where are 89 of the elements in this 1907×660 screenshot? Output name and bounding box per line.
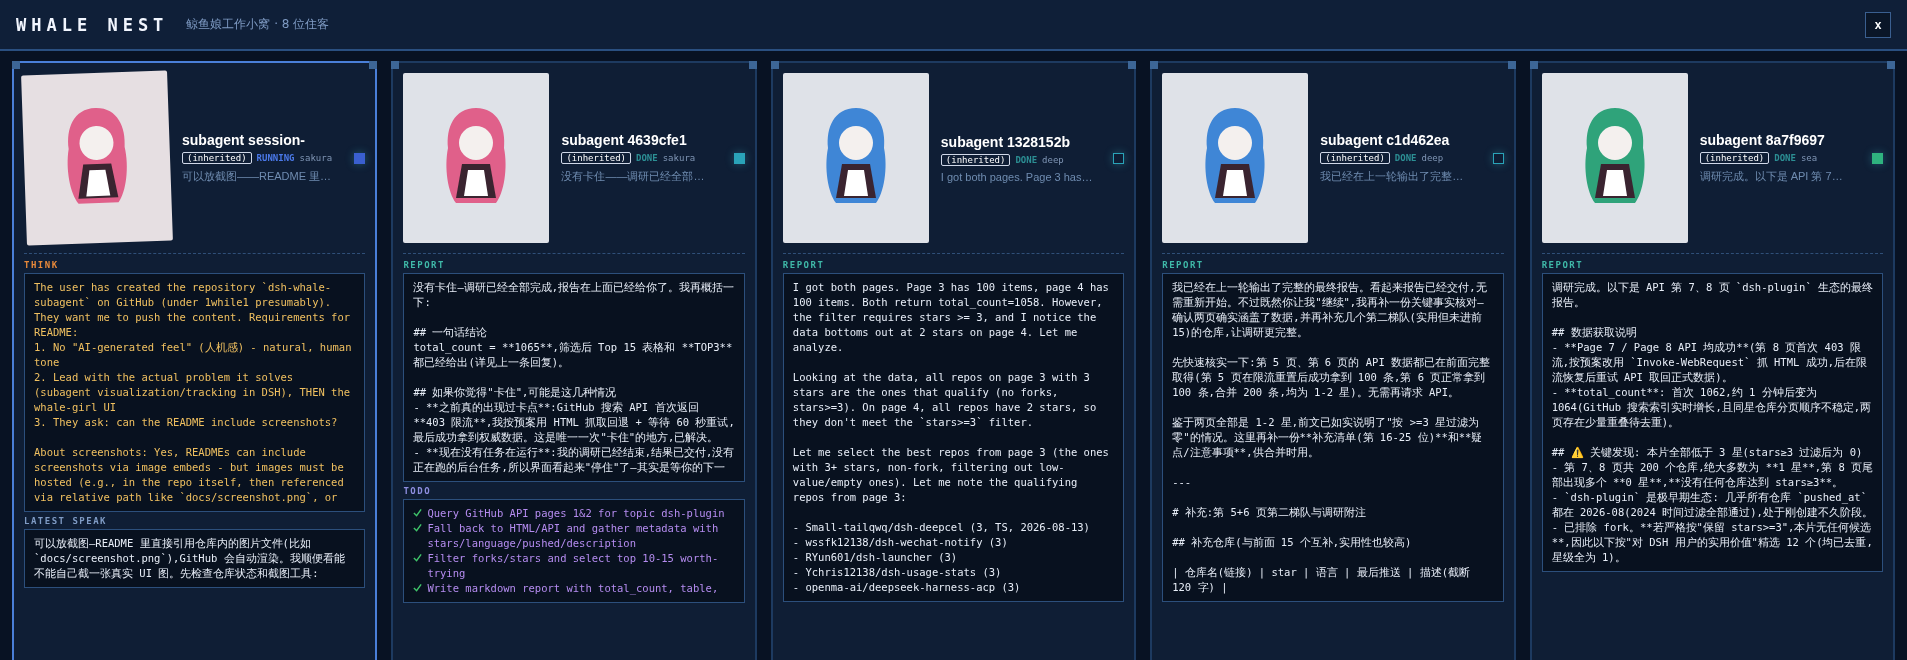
report-text-line: Looking at the data, all repos on page 3 with 3 stars are the ones that qualify (no forks, stars>=3). On page 4, all repos have 2 stars, so they don't meet the `stars>=3` filter. (792, 370, 1098, 430)
report-text-line: ## 数据获取说明 (1551, 325, 1638, 340)
report-text-line: total_count = **1065**,筛选后 Top 15 表格和 **TOP3** 都已经给出(详见上一条回复)。 (413, 340, 734, 370)
todo-item: Query GitHub API pages 1&2 for topic dsh-plugin (427, 506, 725, 521)
message-preview: I got both pages. Page 3 has… (940, 170, 1094, 183)
section-label: REPORT (1162, 260, 1205, 270)
think-text-line: About screenshots: Yes, READMEs can include screenshots via image embeds - but images must be hosted (e.g., in the repo itself, then referenced via relative path like `docs/screenshot.png`, or (34, 445, 345, 505)
report-text-line: 调研完成。以下是 API 第 7、8 页 `dsh-plugin` 生态的最终报告。 (1551, 280, 1874, 310)
section-label: TODO (403, 486, 433, 496)
message-preview: 可以放截图——README 里… (182, 169, 333, 184)
report-text-line: # 补充:第 5+6 页第二梯队与调研附注 (1172, 505, 1367, 520)
corner-marker (1150, 61, 1159, 69)
report-text-line: ## 一句话结论 (413, 325, 489, 340)
report-text-line: 先快速核实一下:第 5 页、第 6 页的 API 数据都已在前面完整取得(第 5 页在限流重置后成功拿到 100 条,第 6 页正常拿到 100 条,合并 200 条,均为 1-2 星)。无需再请求 API。 (1172, 355, 1492, 400)
report-text-line: ## 补充仓库(与前面 15 个互补,实用性也较高) (1172, 535, 1413, 550)
corner-marker (1529, 61, 1538, 69)
report-text-line: - **total_count**: 首次 1062,约 1 分钟后变为 1064(GitHub 搜索索引实时增长,且同星仓库分页顺序不稳定,两页存在少量重叠待去重)。 (1551, 385, 1873, 430)
close-button[interactable]: x (1865, 11, 1891, 38)
corner-marker (12, 61, 20, 69)
speak-text-line: 可以放截图—README 里直接引用仓库内的图片文件(比如 `docs/screenshot.png`),GitHub 会自动渲染。我顺便看能不能自己截一张真实 UI 图。先检查仓库状态和截图工具: (34, 536, 346, 581)
section-label: LATEST SPEAK (24, 516, 109, 526)
agent-title: subagent 4639cfe1 (561, 132, 688, 148)
report-text-line: 鉴于两页全部是 1-2 星,前文已如实说明了"按 >=3 星过滤为零"的情况。这里再补一份**补充清单(第 16-25 位)**和**疑点/注意事项**,供合并时用。 (1172, 415, 1484, 460)
report-text-line: ## 如果你觉得"卡住",可能是这几种情况 (413, 385, 618, 400)
report-text-line: - openma-ai/deepseek-harness-acp (3) (792, 580, 1022, 595)
report-text-line: Let me select the best repos from page 3 (the ones with 3+ stars, non-fork, filtering out low-value/empty ones). Let me note the qualifying repos from page 3: (792, 445, 1110, 505)
corner-marker (1887, 61, 1896, 69)
corner-marker (369, 61, 378, 69)
report-text-line: 没有卡住—调研已经全部完成,报告在上面已经给你了。我再概括一下: (413, 280, 735, 310)
report-text-line: --- (1172, 475, 1193, 490)
corner-marker (391, 61, 400, 69)
agent-card[interactable] (391, 61, 757, 660)
report-text-line: I got both pages. Page 3 has 100 items, page 4 has 100 items. Both return total_count=1058. However, the filter requires stars >= 3, and I notice the data bottoms out at 2 stars on page 4. Let me analyze. (792, 280, 1110, 355)
report-text-line: - wssfk12138/dsh-wechat-notify (3) (792, 535, 1009, 550)
inherited-badge: (inherited) (561, 152, 631, 164)
section-label: REPORT (1541, 260, 1585, 270)
agent-title: subagent 8a7f9697 (1699, 132, 1826, 148)
app-subtitle: 鲸鱼娘工作小窝 · 8 位住客 (186, 16, 330, 33)
agent-card[interactable] (1529, 61, 1896, 660)
inherited-badge: (inherited) (940, 153, 1011, 166)
report-text-line: - 第 7、8 页共 200 个仓库,绝大多数为 **1 星**,第 8 页尾部出现多个 **0 星**,**没有任何仓库达到 stars≥3**。 (1551, 460, 1874, 490)
corner-marker (748, 61, 757, 69)
corner-marker (1128, 61, 1137, 69)
corner-marker (770, 61, 779, 69)
report-text-line: | 仓库名(链接) | star | 语言 | 最后推送 | 描述(截断 120 字) | (1172, 565, 1471, 595)
agent-name: sakura (662, 153, 696, 163)
message-preview: 我已经在上一轮输出了完整… (1320, 169, 1465, 184)
agent-card[interactable] (12, 61, 378, 660)
agent-name: deep (1421, 153, 1444, 163)
agent-card[interactable] (1150, 61, 1516, 660)
think-text-line: 1. No "AI-generated feel" (人机感) - natural, human tone (34, 340, 353, 370)
agent-title: subagent c1d462ea (1320, 132, 1451, 148)
think-text-line: The user has created the repository `dsh-whale-subagent` on GitHub (under 1while1 presumably). They want me to push the content. Requirements for README: (34, 280, 352, 340)
report-text-line: - **之前真的出现过卡点**:GitHub 搜索 API 首次返回 **403 限流**,我按预案用 HTML 抓取回退 + 等待 60 秒重试,最后成功拿到权威数据。这是唯一一次"卡住"的地方,已解决。 (413, 400, 735, 445)
status-label: DONE (1774, 153, 1796, 163)
report-text-line: - `dsh-plugin` 是极早期生态: 几乎所有仓库 `pushed_at` 都在 2026-08(2024 时间过滤全部通过),处于刚创建不久阶段。 (1551, 490, 1874, 520)
report-text-line: ## ⚠ 关键发现: 本片全部低于 3 星(stars≥3 过滤后为 0) (1551, 445, 1864, 460)
todo-item: Fall back to HTML/API and gather metadata with stars/language/pushed/description (427, 521, 720, 551)
status-label: RUNNING (256, 153, 295, 163)
inherited-badge: (inherited) (182, 152, 252, 164)
message-preview: 没有卡住——调研已经全部… (561, 169, 706, 184)
corner-marker (1507, 61, 1516, 69)
report-text-line: - 已排除 fork。**若严格按"保留 stars>=3",本片无任何候选**,因此以下按"对 DSH 用户的实用价值"精选 12 个(均已去重,星级全为 1)。 (1551, 520, 1874, 565)
todo-item: Filter forks/stars and select top 10-15 worth-trying (427, 551, 720, 581)
section-label: REPORT (403, 260, 446, 270)
section-label: REPORT (782, 260, 826, 270)
report-text-line: - **Page 7 / Page 8 API 均成功**(第 8 页首次 403 限流,按预案改用 `Invoke-WebRequest` 抓 HTML 成功,后在限流恢复后重试 API 取回正式数据)。 (1551, 340, 1868, 385)
report-text-line: 我已经在上一轮输出了完整的最终报告。看起来报告已经交付,无需重新开始。不过既然你让我"继续",我再补一份关键事实核对—确认两页确实涵盖了数据,并再补充几个第二梯队(实用但未进前15)的仓库,让调研更完整。 (1172, 280, 1488, 340)
agent-title: subagent session- (182, 132, 306, 148)
status-label: DONE (636, 153, 658, 163)
status-label: DONE (1015, 154, 1038, 165)
agent-card[interactable] (770, 61, 1137, 660)
agent-name: deep (1042, 154, 1064, 165)
report-text-line: - **现在没有任务在运行**:我的调研已经结束,结果已交付,没有正在跑的后台任务,所以界面看起来"停住"了—其实是等你的下一 (413, 445, 735, 475)
agent-name: sea (1800, 153, 1818, 163)
inherited-badge: (inherited) (1320, 152, 1390, 164)
agent-title: subagent 1328152b (940, 133, 1071, 150)
inherited-badge: (inherited) (1699, 152, 1770, 164)
status-label: DONE (1394, 153, 1417, 163)
think-text-line: 2. Lead with the actual problem it solves (subagent visualization/tracking in DSH), THEN the whale-girl UI (34, 370, 352, 415)
section-label: THINK (24, 260, 60, 270)
todo-item: Write markdown report with total_count, table, (427, 581, 719, 596)
report-text-line: - Ychris12138/dsh-usage-stats (3) (792, 565, 1003, 580)
report-text-line: - Small-tailqwq/dsh-deepcel (3, TS, 2026-08-13) (792, 520, 1091, 535)
think-text-line: 3. They ask: can the README include screenshots? (34, 415, 339, 430)
report-text-line: - RYun601/dsh-launcher (3) (792, 550, 959, 565)
agent-name: sakura (299, 153, 333, 163)
message-preview: 调研完成。以下是 API 第 7… (1699, 169, 1844, 184)
app-title: WHALE NEST (16, 14, 169, 35)
